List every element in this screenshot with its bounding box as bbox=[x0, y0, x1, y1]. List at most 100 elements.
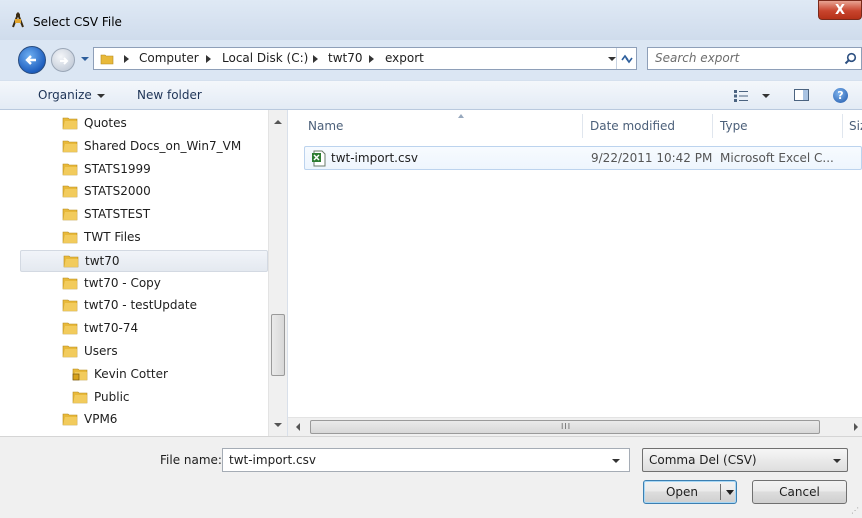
file-name-dropdown-icon[interactable] bbox=[612, 459, 620, 463]
horizontal-scrollbar[interactable]: III bbox=[288, 417, 862, 436]
preview-pane-icon[interactable] bbox=[794, 89, 809, 101]
folder-icon bbox=[62, 140, 78, 153]
forward-button[interactable] bbox=[51, 48, 75, 72]
tree-item-label: twt70 bbox=[85, 253, 120, 268]
folder-icon bbox=[72, 391, 88, 403]
address-row: Computer Local Disk (C:) twt70 export Se… bbox=[0, 40, 862, 76]
horizontal-scroll-thumb[interactable]: III bbox=[310, 420, 820, 434]
column-type-label: Type bbox=[720, 119, 748, 133]
open-button[interactable]: Open bbox=[643, 480, 737, 504]
file-list-pane: Name Date modified Type Siz twt-import.c… bbox=[288, 110, 862, 436]
organize-menu-button[interactable]: Organize bbox=[38, 88, 105, 102]
new-folder-button[interactable]: New folder bbox=[137, 88, 202, 102]
column-header-date[interactable]: Date modified bbox=[590, 110, 710, 140]
tree-item-label: STATSTEST bbox=[84, 207, 151, 222]
address-dropdown-icon[interactable] bbox=[608, 57, 616, 61]
breadcrumb-twt70[interactable]: twt70 bbox=[328, 51, 363, 65]
excel-file-icon bbox=[312, 150, 326, 167]
folder-icon bbox=[62, 117, 78, 130]
view-dropdown-icon[interactable] bbox=[762, 94, 770, 98]
folder-icon bbox=[62, 186, 78, 198]
cancel-button[interactable]: Cancel bbox=[752, 480, 847, 504]
window-title: Select CSV File bbox=[33, 15, 122, 29]
column-header-size[interactable]: Siz bbox=[849, 110, 862, 140]
locked-folder-icon bbox=[72, 368, 88, 381]
app-icon bbox=[12, 12, 24, 28]
tree-item-label: STATS1999 bbox=[84, 161, 151, 176]
column-divider[interactable] bbox=[712, 114, 713, 138]
title-bar: Select CSV File X bbox=[0, 0, 862, 40]
chevron-down-icon bbox=[833, 459, 841, 463]
folder-icon bbox=[62, 163, 78, 175]
organize-label: Organize bbox=[38, 88, 92, 102]
tree-item[interactable]: STATS2000 bbox=[20, 181, 268, 203]
tree-item-label: VPM6 bbox=[84, 412, 118, 427]
folder-icon bbox=[62, 208, 78, 221]
tree-item[interactable]: STATS1999 bbox=[20, 159, 268, 181]
column-date-label: Date modified bbox=[590, 119, 676, 133]
column-size-label: Siz bbox=[849, 119, 862, 133]
change-view-icon[interactable] bbox=[734, 90, 750, 102]
column-header-type[interactable]: Type bbox=[720, 110, 830, 140]
tree-item[interactable]: twt70 - testUpdate bbox=[20, 295, 268, 317]
back-arrow-icon bbox=[25, 55, 36, 65]
search-placeholder: Search export bbox=[655, 51, 740, 65]
scroll-down-icon[interactable] bbox=[274, 423, 282, 427]
command-toolbar: Organize New folder ? bbox=[0, 80, 862, 110]
file-type: Microsoft Excel C... bbox=[720, 151, 834, 165]
tree-item[interactable]: Kevin Cotter bbox=[20, 364, 268, 386]
tree-item[interactable]: Users bbox=[20, 341, 268, 363]
tree-item[interactable]: TWT Files bbox=[20, 227, 268, 249]
open-options-dropdown-icon[interactable] bbox=[726, 490, 734, 495]
file-type-filter-select[interactable]: Comma Del (CSV) bbox=[642, 448, 848, 472]
tree-item[interactable]: VPM6 bbox=[20, 409, 268, 431]
tree-item-label: Kevin Cotter bbox=[94, 366, 168, 381]
file-type-filter-value: Comma Del (CSV) bbox=[649, 453, 757, 467]
scroll-up-icon[interactable] bbox=[274, 120, 282, 124]
tree-item-label: Shared Docs_on_Win7_VM bbox=[84, 138, 242, 153]
tree-item-label: Public bbox=[94, 389, 130, 404]
dialog-footer: File name: Comma Del (CSV) Open Cancel ⋰ bbox=[0, 436, 862, 518]
search-icon[interactable] bbox=[844, 52, 857, 65]
file-name-input[interactable] bbox=[222, 448, 630, 472]
scroll-thumb[interactable] bbox=[271, 314, 285, 376]
tree-item[interactable]: twt70 bbox=[20, 249, 268, 272]
column-name-label: Name bbox=[308, 119, 344, 133]
file-row[interactable]: twt-import.csv 9/22/2011 10:42 PM Micros… bbox=[304, 146, 862, 170]
recent-pages-dropdown-icon[interactable] bbox=[80, 54, 90, 64]
tree-item[interactable]: Quotes bbox=[20, 113, 268, 135]
tree-item-label: twt70 - testUpdate bbox=[84, 298, 197, 313]
refresh-button[interactable] bbox=[616, 48, 636, 69]
column-divider[interactable] bbox=[582, 114, 583, 138]
folder-icon bbox=[62, 300, 78, 312]
chevron-down-icon bbox=[96, 93, 105, 98]
navigation-pane: VPM6 Public Kevin Cotter Users twt70-74 twt70… bbox=[0, 110, 288, 436]
search-input[interactable]: Search export bbox=[647, 47, 862, 70]
back-button[interactable] bbox=[18, 46, 46, 74]
breadcrumb-local-disk[interactable]: Local Disk (C:) bbox=[222, 51, 308, 65]
tree-item-label: twt70 - Copy bbox=[84, 275, 161, 290]
tree-item[interactable]: STATSTEST bbox=[20, 204, 268, 226]
tree-item[interactable]: Public bbox=[20, 387, 268, 409]
scroll-left-icon[interactable] bbox=[296, 423, 300, 431]
tree-item[interactable]: twt70-74 bbox=[20, 318, 268, 340]
resize-grip-icon[interactable]: ⋰ bbox=[851, 506, 859, 515]
tree-item-label: TWT Files bbox=[84, 230, 141, 244]
scroll-right-icon[interactable] bbox=[854, 423, 858, 431]
select-csv-file-dialog: Select CSV File X Computer Local Disk (C… bbox=[0, 0, 862, 518]
file-name: twt-import.csv bbox=[331, 151, 418, 165]
folder-icon bbox=[62, 277, 78, 289]
breadcrumb-separator-icon bbox=[313, 55, 318, 63]
breadcrumb-export[interactable]: export bbox=[385, 51, 424, 65]
address-bar[interactable]: Computer Local Disk (C:) twt70 export bbox=[93, 47, 637, 70]
close-button[interactable]: X bbox=[818, 0, 862, 20]
tree-item[interactable]: twt70 - Copy bbox=[20, 273, 268, 295]
folder-icon bbox=[63, 255, 79, 268]
tree-item[interactable]: Shared Docs_on_Win7_VM bbox=[20, 136, 268, 158]
tree-item-label: Users bbox=[84, 344, 118, 358]
column-header-name[interactable]: Name bbox=[308, 110, 588, 140]
help-icon[interactable]: ? bbox=[833, 88, 848, 103]
breadcrumb-computer[interactable]: Computer bbox=[139, 51, 199, 65]
column-divider[interactable] bbox=[842, 114, 843, 138]
navigation-scrollbar[interactable] bbox=[268, 110, 287, 436]
